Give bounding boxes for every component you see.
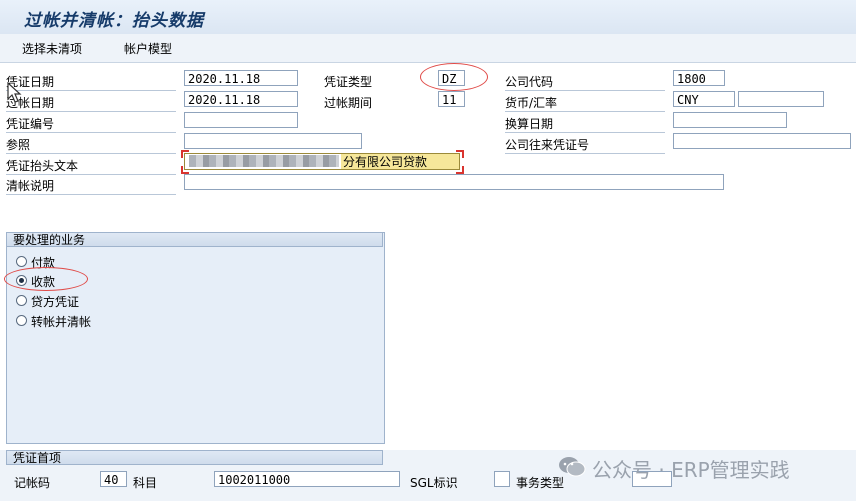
- focus-corner-tr: [456, 150, 464, 158]
- first-line-item-title: 凭证首项: [6, 450, 383, 465]
- doc-type-label: 凭证类型: [324, 75, 373, 89]
- header-text-label: 凭证抬头文本: [6, 157, 176, 175]
- mouse-cursor-icon: [7, 82, 22, 103]
- clearing-text-label: 清帐说明: [6, 177, 176, 195]
- annotation-circle-doc-type: [420, 63, 488, 91]
- focus-corner-br: [456, 166, 464, 174]
- transaction-group-title: 要处理的业务: [6, 232, 383, 247]
- radio-payment-circle[interactable]: [16, 256, 27, 267]
- wechat-icon: [559, 457, 586, 477]
- redacted-text: [189, 155, 339, 167]
- radio-transfer-clear-label: 转帐并清帐: [31, 315, 92, 329]
- currency-field[interactable]: CNY: [673, 91, 735, 107]
- reference-label: 参照: [6, 136, 176, 154]
- header-text-value: 分有限公司贷款: [341, 154, 459, 169]
- currency-label: 货币/汇率: [505, 94, 665, 112]
- company-code-field[interactable]: 1800: [673, 70, 725, 86]
- period-label: 过帐期间: [324, 96, 373, 110]
- page-title: 过帐并清帐：抬头数据: [24, 11, 204, 31]
- doc-number-label: 凭证编号: [6, 115, 176, 133]
- posting-key-label: 记帐码: [14, 476, 51, 490]
- translation-date-label: 换算日期: [505, 115, 665, 133]
- account-model-button[interactable]: 帐户模型: [124, 40, 172, 57]
- posting-date-label: 过帐日期: [6, 94, 176, 112]
- transaction-group-box: [6, 232, 385, 444]
- posting-date-field[interactable]: 2020.11.18: [184, 91, 298, 107]
- transaction-type-label: 事务类型: [516, 476, 565, 490]
- header-text-field[interactable]: 分有限公司贷款: [184, 153, 460, 170]
- reference-field[interactable]: [184, 133, 362, 149]
- radio-credit-memo-circle[interactable]: [16, 295, 27, 306]
- annotation-circle-incoming-payment: [4, 267, 88, 291]
- select-open-items-button[interactable]: 选择未清项: [22, 40, 82, 57]
- focus-corner-bl: [181, 166, 189, 174]
- intercompany-doc-field[interactable]: [673, 133, 851, 149]
- doc-date-field[interactable]: 2020.11.18: [184, 70, 298, 86]
- account-label: 科目: [133, 476, 158, 490]
- doc-date-label: 凭证日期: [6, 73, 176, 91]
- posting-key-field[interactable]: 40: [100, 471, 127, 487]
- radio-transfer-clear-circle[interactable]: [16, 315, 27, 326]
- translation-date-field[interactable]: [673, 112, 787, 128]
- clearing-text-field[interactable]: [184, 174, 724, 190]
- period-field[interactable]: 11: [438, 91, 465, 107]
- watermark-text: 公众号 · ERP管理实践: [592, 458, 790, 482]
- sgl-label: SGL标识: [410, 476, 458, 490]
- exchange-rate-field[interactable]: [738, 91, 824, 107]
- doc-number-field[interactable]: [184, 112, 298, 128]
- radio-credit-memo-label: 贷方凭证: [31, 295, 80, 309]
- focus-corner-tl: [181, 150, 189, 158]
- intercompany-doc-label: 公司往来凭证号: [505, 136, 665, 154]
- company-code-label: 公司代码: [505, 73, 665, 91]
- account-field[interactable]: 1002011000: [214, 471, 400, 487]
- sgl-field[interactable]: [494, 471, 510, 487]
